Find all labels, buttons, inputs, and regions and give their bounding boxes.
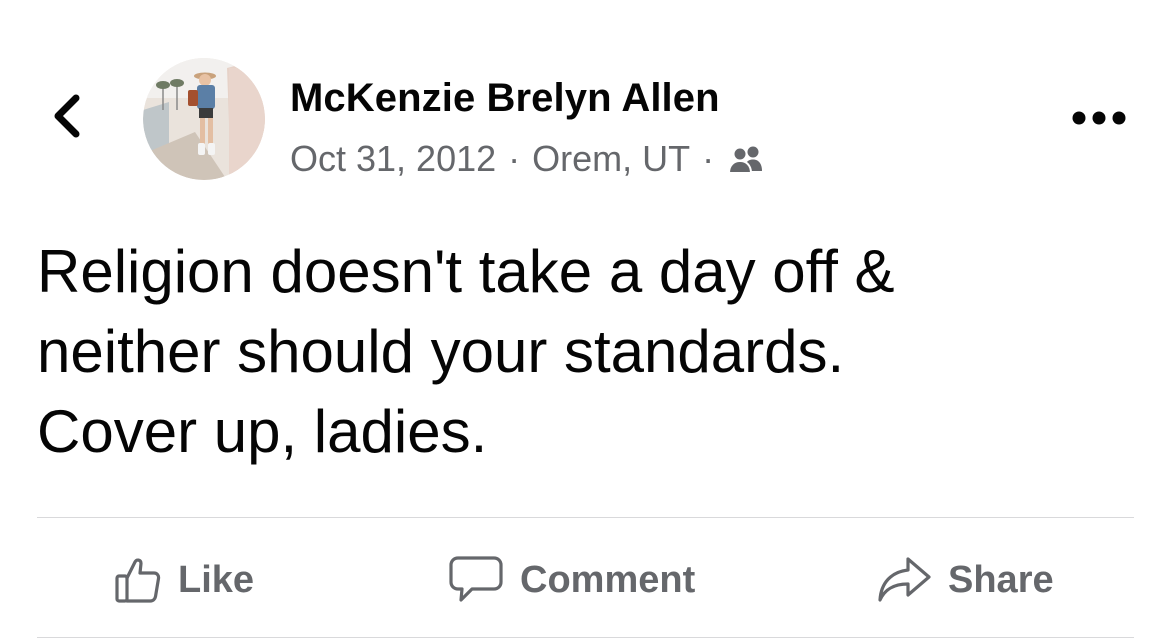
post-location[interactable]: Orem, UT bbox=[532, 138, 690, 180]
share-label: Share bbox=[948, 558, 1054, 601]
back-button[interactable] bbox=[40, 88, 96, 144]
comment-button[interactable]: Comment bbox=[448, 540, 695, 620]
avatar[interactable] bbox=[143, 58, 265, 180]
comment-bubble-icon bbox=[448, 555, 504, 605]
more-options-button[interactable] bbox=[1068, 100, 1130, 136]
like-label: Like bbox=[178, 558, 255, 601]
like-button[interactable]: Like bbox=[114, 540, 254, 620]
post-view: McKenzie Brelyn Allen Oct 31, 2012 · Ore… bbox=[0, 0, 1170, 642]
chevron-left-icon bbox=[54, 94, 80, 138]
thumbs-up-icon bbox=[114, 556, 162, 604]
more-horizontal-icon bbox=[1072, 111, 1126, 125]
friends-icon[interactable] bbox=[728, 144, 764, 174]
divider bbox=[37, 637, 1134, 638]
author-name[interactable]: McKenzie Brelyn Allen bbox=[290, 76, 720, 121]
post-text: Religion doesn't take a day off & neithe… bbox=[37, 238, 895, 465]
post-date[interactable]: Oct 31, 2012 bbox=[290, 138, 496, 180]
meta-separator: · bbox=[702, 138, 715, 179]
share-button[interactable]: Share bbox=[876, 540, 1054, 620]
divider bbox=[37, 517, 1134, 518]
meta-separator: · bbox=[508, 138, 521, 179]
post-meta: Oct 31, 2012 · Orem, UT · bbox=[290, 136, 764, 182]
avatar-photo bbox=[143, 58, 265, 180]
comment-label: Comment bbox=[520, 558, 696, 601]
share-arrow-icon bbox=[876, 555, 932, 605]
post-actions: Like Comment Share bbox=[0, 540, 1170, 620]
